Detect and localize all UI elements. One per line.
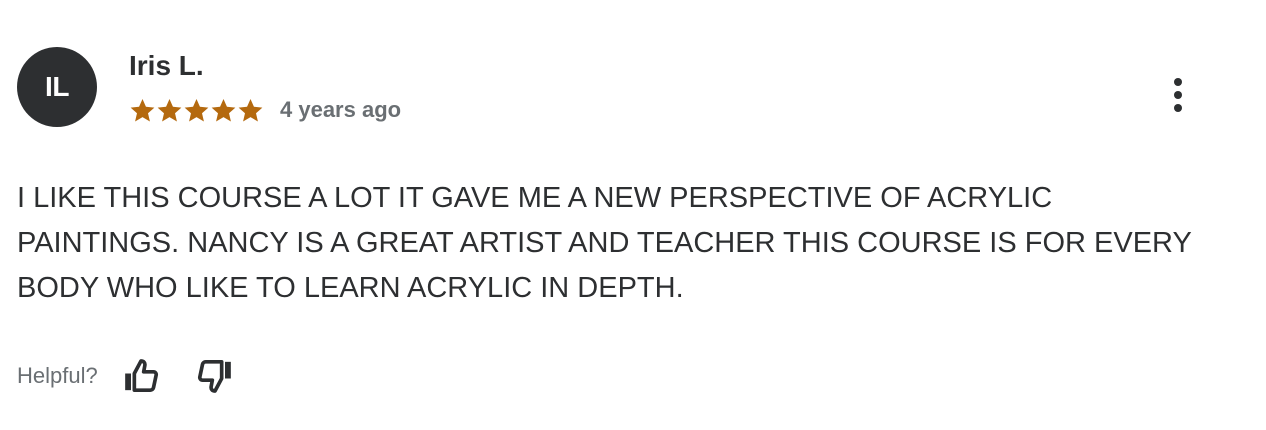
avatar-initials: IL [45,71,69,102]
thumbs-down-icon [197,360,231,393]
star-icon [157,98,182,122]
star-icon [184,98,209,122]
avatar: IL [17,47,97,127]
more-vertical-icon-dot [1174,91,1182,99]
star-rating [129,97,264,124]
helpful-row: Helpful? [17,354,236,398]
review-card: IL Iris L. 4 years ago I LIKE THIS COURS… [0,0,1266,430]
review-date: 4 years ago [280,97,402,122]
star-icon [130,98,155,122]
thumbs-up-icon [124,359,158,392]
star-icon [211,98,236,122]
star-icon [238,98,263,122]
helpful-label: Helpful? [17,363,98,388]
more-vertical-icon [1174,78,1182,86]
review-content: I LIKE THIS COURSE A LOT IT GAVE ME A NE… [17,182,1192,304]
thumbs-down-button[interactable] [194,355,236,397]
rating-row: 4 years ago [129,94,401,126]
reviewer-name: Iris L. [129,50,204,81]
thumbs-up-button[interactable] [120,355,162,397]
more-options-button[interactable] [1160,74,1196,116]
more-vertical-icon-dot [1174,104,1182,112]
